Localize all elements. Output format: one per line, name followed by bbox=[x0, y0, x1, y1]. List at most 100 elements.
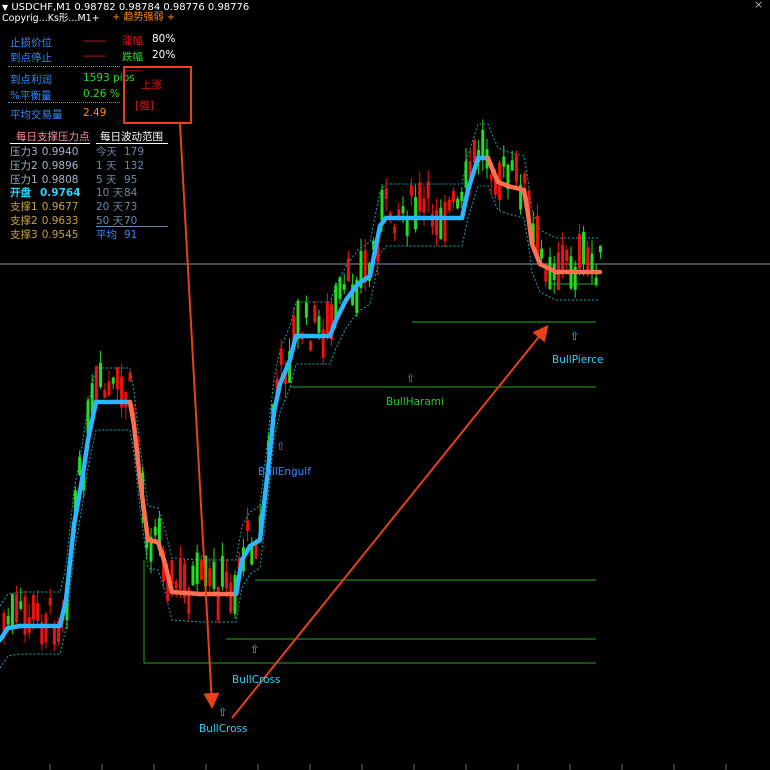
pattern-bullengulf: BullEngulf bbox=[258, 466, 311, 478]
pattern-bullpierce: BullPierce bbox=[552, 354, 604, 366]
candle-body bbox=[502, 156, 506, 167]
pivot-row-label: 压力3 bbox=[10, 146, 38, 158]
trend-strong-label: [强] bbox=[135, 100, 154, 112]
pivot-row-label: 压力1 bbox=[10, 173, 38, 186]
range-row-label: 10 天 bbox=[96, 187, 124, 200]
candle-body bbox=[548, 257, 552, 290]
range-row-label: 今天 bbox=[96, 146, 117, 158]
pivot-row-value: 0.9545 bbox=[41, 228, 79, 241]
range-header: 每日波动范围 bbox=[100, 131, 163, 143]
trend-up-label: 上涨 bbox=[141, 79, 162, 91]
range-row: 20 天73 bbox=[96, 199, 137, 214]
close-indicator-icon[interactable]: × bbox=[754, 0, 763, 11]
trend-line-segment bbox=[155, 539, 167, 563]
candle-body bbox=[174, 581, 178, 589]
candle-body bbox=[15, 593, 19, 623]
pivot-row-value: 0.9940 bbox=[41, 146, 79, 158]
candle-body bbox=[94, 366, 98, 401]
balance-value: 0.26 % bbox=[83, 88, 120, 100]
candle-body bbox=[577, 234, 581, 269]
pivot-row: 支撑2 0.9633 bbox=[10, 213, 78, 228]
candle-body bbox=[279, 348, 283, 365]
rise-label: 涨幅 bbox=[122, 35, 143, 47]
candle-body bbox=[103, 389, 107, 398]
candle-body bbox=[78, 456, 82, 475]
candle-body bbox=[107, 381, 111, 396]
candle-body bbox=[456, 198, 460, 209]
pivot-row: 压力2 0.9896 bbox=[10, 158, 78, 173]
candle-body bbox=[124, 392, 128, 408]
collapse-triangle-icon[interactable]: ▼ bbox=[2, 3, 8, 12]
candle-body bbox=[460, 191, 464, 202]
pivot-row-value: 0.9896 bbox=[41, 159, 79, 172]
candle-body bbox=[447, 199, 451, 211]
range-row-label: 1 天 bbox=[96, 159, 117, 172]
trend-line-segment bbox=[265, 409, 277, 473]
range-row: 平均 91 bbox=[96, 227, 137, 242]
candle-body bbox=[510, 160, 514, 171]
pivot-row: 开盘 0.9764 bbox=[10, 185, 81, 200]
range-row-value: 73 bbox=[124, 201, 138, 214]
candle-body bbox=[36, 603, 40, 622]
trend-line-segment bbox=[521, 187, 531, 217]
candle-body bbox=[346, 258, 350, 282]
stop-loss-label: 止损价位 bbox=[10, 37, 52, 49]
candle-body bbox=[393, 226, 397, 234]
range-row: 今天 179 bbox=[96, 144, 144, 159]
candle-body bbox=[334, 285, 338, 318]
pivot-row-label: 压力2 bbox=[10, 159, 38, 172]
range-row-label: 20 天 bbox=[96, 201, 124, 214]
pivot-header: 每日支撑压力点 bbox=[16, 131, 90, 143]
candle-body bbox=[384, 188, 388, 200]
trend-line-segment bbox=[233, 557, 245, 597]
candle-body bbox=[153, 526, 157, 536]
up-arrow-icon: ⇧ bbox=[218, 706, 228, 719]
pivot-row-value: 0.9677 bbox=[41, 201, 79, 214]
candle-body bbox=[99, 362, 103, 387]
candle-body bbox=[325, 301, 329, 335]
trend-line-segment bbox=[489, 165, 501, 185]
range-row-value: 91 bbox=[124, 228, 138, 241]
trend-line-segment bbox=[287, 333, 299, 363]
candle-body bbox=[443, 201, 447, 242]
candle-body bbox=[52, 627, 56, 645]
candle-body bbox=[451, 191, 455, 203]
candle-body bbox=[422, 198, 426, 213]
panel-divider bbox=[8, 66, 120, 68]
range-row: 10 天84 bbox=[96, 185, 137, 200]
candle-body bbox=[342, 283, 346, 290]
pivot-row-value: 0.9633 bbox=[41, 215, 79, 227]
candle-body bbox=[439, 207, 443, 240]
candle-body bbox=[414, 197, 418, 230]
candle-body bbox=[111, 377, 115, 384]
panel-divider-2 bbox=[8, 102, 120, 104]
candle-body bbox=[23, 596, 27, 636]
price-chart[interactable] bbox=[0, 0, 770, 770]
candle-body bbox=[464, 161, 468, 188]
candle-body bbox=[6, 615, 10, 625]
range-row-label: 平均 bbox=[96, 228, 117, 241]
candle-body bbox=[317, 316, 321, 333]
range-divider bbox=[96, 226, 168, 227]
candle-body bbox=[481, 130, 485, 159]
trend-line-segment bbox=[333, 297, 349, 323]
candle-body bbox=[220, 556, 224, 587]
candle-body bbox=[338, 277, 342, 299]
range-row: 1 天 132 bbox=[96, 158, 144, 173]
candle-body bbox=[561, 244, 565, 271]
pivot-row-value: 0.9764 bbox=[40, 187, 81, 200]
candle-body bbox=[544, 269, 548, 282]
candle-body bbox=[229, 582, 233, 613]
candle-body bbox=[426, 181, 430, 199]
candle-body bbox=[514, 154, 518, 182]
candle-body bbox=[309, 341, 313, 351]
candle-body bbox=[304, 302, 308, 318]
pivot-row-label: 支撑3 bbox=[10, 228, 38, 241]
candle-body bbox=[19, 601, 23, 609]
candle-body bbox=[321, 329, 325, 359]
up-arrow-icon: ⇧ bbox=[276, 440, 286, 453]
candle-body bbox=[401, 206, 405, 214]
range-row: 5 天 95 bbox=[96, 172, 137, 187]
trend-box-dash: -------- bbox=[126, 66, 142, 75]
candle-body bbox=[435, 210, 439, 236]
